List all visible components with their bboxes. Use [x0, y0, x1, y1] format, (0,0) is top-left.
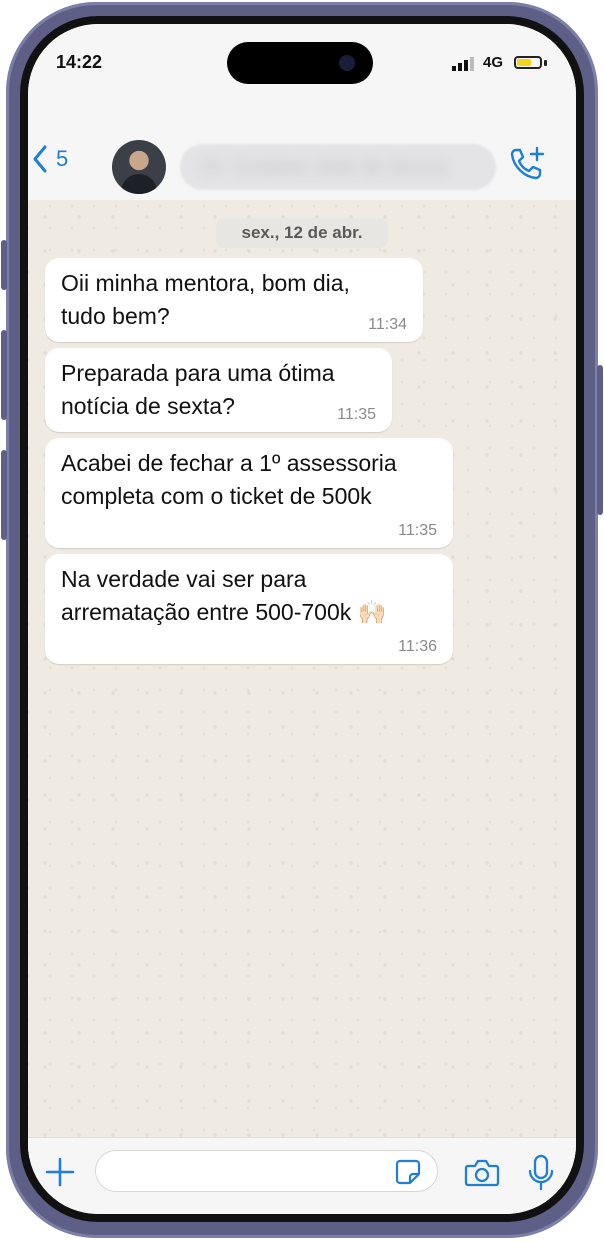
message-text: Preparada para uma ótima notícia de sext…: [61, 360, 335, 419]
network-type: 4G: [483, 54, 504, 71]
message-bubble[interactable]: Acabei de fechar a 1º assessoria complet…: [45, 438, 453, 548]
phone-silent-switch: [1, 240, 7, 290]
input-bar: [28, 1137, 576, 1214]
message-time: 11:35: [337, 406, 376, 423]
battery-tip: [544, 60, 547, 66]
unread-count: 5: [56, 146, 69, 171]
status-time: 14:22: [56, 52, 103, 72]
message-text: Na verdade vai ser para arrematação entr…: [61, 566, 387, 625]
phone-screen: 14:22 4G 5 Dr. Gustavo José de Souza sex…: [28, 24, 576, 1214]
phone-volume-down: [1, 450, 7, 540]
sticker-icon[interactable]: [395, 1159, 421, 1185]
date-separator: sex., 12 de abr.: [216, 218, 388, 248]
status-bar: 14:22 4G: [28, 24, 576, 104]
chevron-left-icon: [33, 145, 47, 173]
message-bubble[interactable]: Na verdade vai ser para arrematação entr…: [45, 554, 453, 664]
message-time: 11:35: [398, 522, 437, 539]
message-text: Oii minha mentora, bom dia, tudo bem?: [61, 270, 350, 329]
phone-plus-icon[interactable]: [508, 144, 548, 184]
message-time: 11:36: [398, 638, 437, 655]
chat-header: 5 Dr. Gustavo José de Souza: [28, 104, 576, 201]
message-bubble[interactable]: Oii minha mentora, bom dia, tudo bem? 11…: [45, 258, 423, 342]
back-button[interactable]: 5: [32, 144, 68, 174]
battery-icon: [514, 56, 542, 69]
chat-area[interactable]: sex., 12 de abr. Oii minha mentora, bom …: [28, 200, 576, 1158]
message-bubble[interactable]: Preparada para uma ótima notícia de sext…: [45, 348, 392, 432]
message-time: 11:34: [368, 316, 407, 333]
phone-power-button: [597, 365, 603, 515]
contact-name: Dr. Gustavo José de Souza: [202, 156, 446, 178]
phone-volume-up: [1, 330, 7, 420]
signal-icon: [452, 57, 474, 71]
battery-level: [517, 59, 532, 66]
microphone-icon[interactable]: [528, 1154, 554, 1192]
camera-icon[interactable]: [464, 1158, 500, 1188]
plus-icon[interactable]: [44, 1156, 76, 1188]
dynamic-island: [227, 42, 373, 84]
contact-avatar[interactable]: [112, 140, 166, 194]
front-camera: [339, 55, 355, 71]
message-input[interactable]: [95, 1150, 438, 1192]
message-text: Acabei de fechar a 1º assessoria complet…: [61, 450, 397, 509]
